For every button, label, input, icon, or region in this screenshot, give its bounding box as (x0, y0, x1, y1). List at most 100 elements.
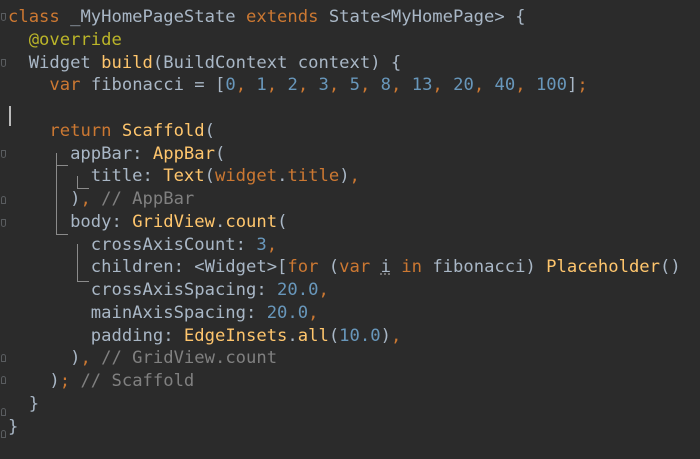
code-line[interactable]: crossAxisSpacing: 20.0, (8, 279, 681, 302)
code-token: 10.0 (339, 325, 381, 346)
code-token: var (339, 257, 381, 278)
code-token: for (287, 257, 329, 278)
code-line[interactable]: return Scaffold( (8, 120, 681, 143)
code-token: . (287, 325, 298, 346)
code-token: i (380, 257, 391, 278)
code-token: fibonacci = [ (90, 75, 226, 96)
code-token: Widget (8, 52, 102, 73)
code-token: 20 (453, 75, 474, 96)
code-line[interactable]: children: <Widget>[for (var i in fibonac… (8, 256, 681, 279)
code-line[interactable]: @override (8, 29, 681, 52)
code-token: , (390, 325, 402, 346)
code-token: EdgeInsets (183, 325, 288, 346)
code-token: title: (8, 166, 164, 187)
code-line[interactable]: var fibonacci = [0, 1, 2, 3, 5, 8, 13, 2… (8, 74, 681, 97)
code-token: 40 (494, 75, 516, 96)
code-token: 20.0 (277, 280, 319, 300)
fold-marker-icon[interactable] (1, 196, 6, 204)
code-token: , (266, 75, 288, 96)
code-token: all (297, 325, 329, 346)
code-token: class (8, 7, 71, 27)
code-token: ( (204, 120, 215, 141)
code-token: 2 (287, 75, 298, 96)
code-token: ] (566, 75, 578, 96)
code-token: padding: (8, 325, 184, 346)
code-token: ( (204, 166, 215, 187)
code-token: // Scaffold (80, 371, 195, 391)
code-token: count (225, 211, 278, 232)
fold-marker-icon[interactable] (1, 408, 6, 416)
fold-marker-icon[interactable] (1, 430, 6, 438)
code-token: , (318, 280, 329, 300)
code-line[interactable]: padding: EdgeInsets.all(10.0), (8, 325, 681, 348)
code-token: var (49, 75, 91, 96)
code-token: 8 (380, 75, 392, 96)
code-token: ( (328, 257, 340, 278)
code-token: mainAxisSpacing: (8, 302, 267, 323)
code-token: 5 (349, 75, 360, 96)
code-line[interactable]: Widget build(BuildContext context) { (8, 52, 681, 75)
code-token: appBar: (8, 143, 153, 164)
code-token: , (80, 189, 102, 209)
code-token: (BuildContext context) { (152, 52, 402, 73)
code-token: Text (163, 166, 205, 187)
fold-marker-icon[interactable] (1, 150, 6, 158)
fold-marker-icon[interactable] (1, 59, 6, 67)
code-token: . (214, 211, 226, 232)
code-line[interactable]: ); // Scaffold (8, 370, 681, 393)
code-token: crossAxisSpacing: (8, 280, 278, 300)
fold-marker-icon[interactable] (1, 219, 6, 227)
code-token: State<MyHomePage> { (328, 7, 526, 27)
code-token: widget (214, 166, 278, 187)
code-token: ) (8, 189, 81, 209)
code-token: , (515, 75, 536, 96)
code-token: 1 (256, 75, 267, 96)
code-token: ) (380, 325, 391, 346)
code-line[interactable]: ), // AppBar (8, 188, 681, 211)
code-token: return (49, 120, 122, 141)
code-line[interactable]: crossAxisCount: 3, (8, 234, 681, 257)
code-token: Placeholder (546, 257, 660, 278)
code-text[interactable]: class _MyHomePageState extends State<MyH… (8, 6, 681, 438)
code-token: ( (277, 211, 288, 232)
code-token: @override (28, 29, 122, 50)
fold-marker-icon[interactable] (1, 354, 6, 362)
code-token: 100 (535, 75, 567, 96)
code-token: , (391, 75, 412, 96)
code-token: fibonacci) (432, 257, 547, 278)
code-token: , (328, 75, 350, 96)
code-line[interactable]: title: Text(widget.title), (8, 165, 681, 188)
code-token: 3 (256, 234, 267, 255)
code-token: , (473, 75, 495, 96)
code-token: , (297, 75, 319, 96)
code-line[interactable]: ​ (8, 97, 681, 120)
code-token: . (277, 166, 288, 187)
fold-marker-icon[interactable] (1, 376, 6, 384)
code-token: ( (328, 325, 340, 346)
code-token: ) (8, 371, 60, 391)
code-line[interactable]: appBar: AppBar( (8, 143, 681, 166)
code-token: in (390, 257, 433, 278)
code-line[interactable]: ), // GridView.count (8, 347, 681, 370)
code-token: ) (339, 166, 350, 187)
code-token: extends (246, 7, 329, 27)
code-editor[interactable]: class _MyHomePageState extends State<MyH… (0, 0, 700, 459)
code-token: // GridView.count (101, 348, 278, 369)
code-token: , (266, 234, 278, 255)
code-line[interactable]: body: GridView.count( (8, 211, 681, 234)
code-token: () (659, 257, 681, 278)
code-line[interactable]: class _MyHomePageState extends State<MyH… (8, 6, 681, 29)
code-token: children: <Widget>[ (8, 257, 288, 278)
code-token: } (8, 393, 40, 414)
code-token: , (359, 75, 381, 96)
code-line[interactable]: mainAxisSpacing: 20.0, (8, 302, 681, 325)
code-token: 3 (318, 75, 329, 96)
code-line[interactable]: } (8, 393, 681, 416)
code-token: , (235, 75, 257, 96)
code-line[interactable]: } (8, 416, 681, 439)
code-token: crossAxisCount: (8, 234, 257, 255)
fold-marker-icon[interactable] (1, 13, 6, 21)
code-token: ( (214, 143, 226, 164)
